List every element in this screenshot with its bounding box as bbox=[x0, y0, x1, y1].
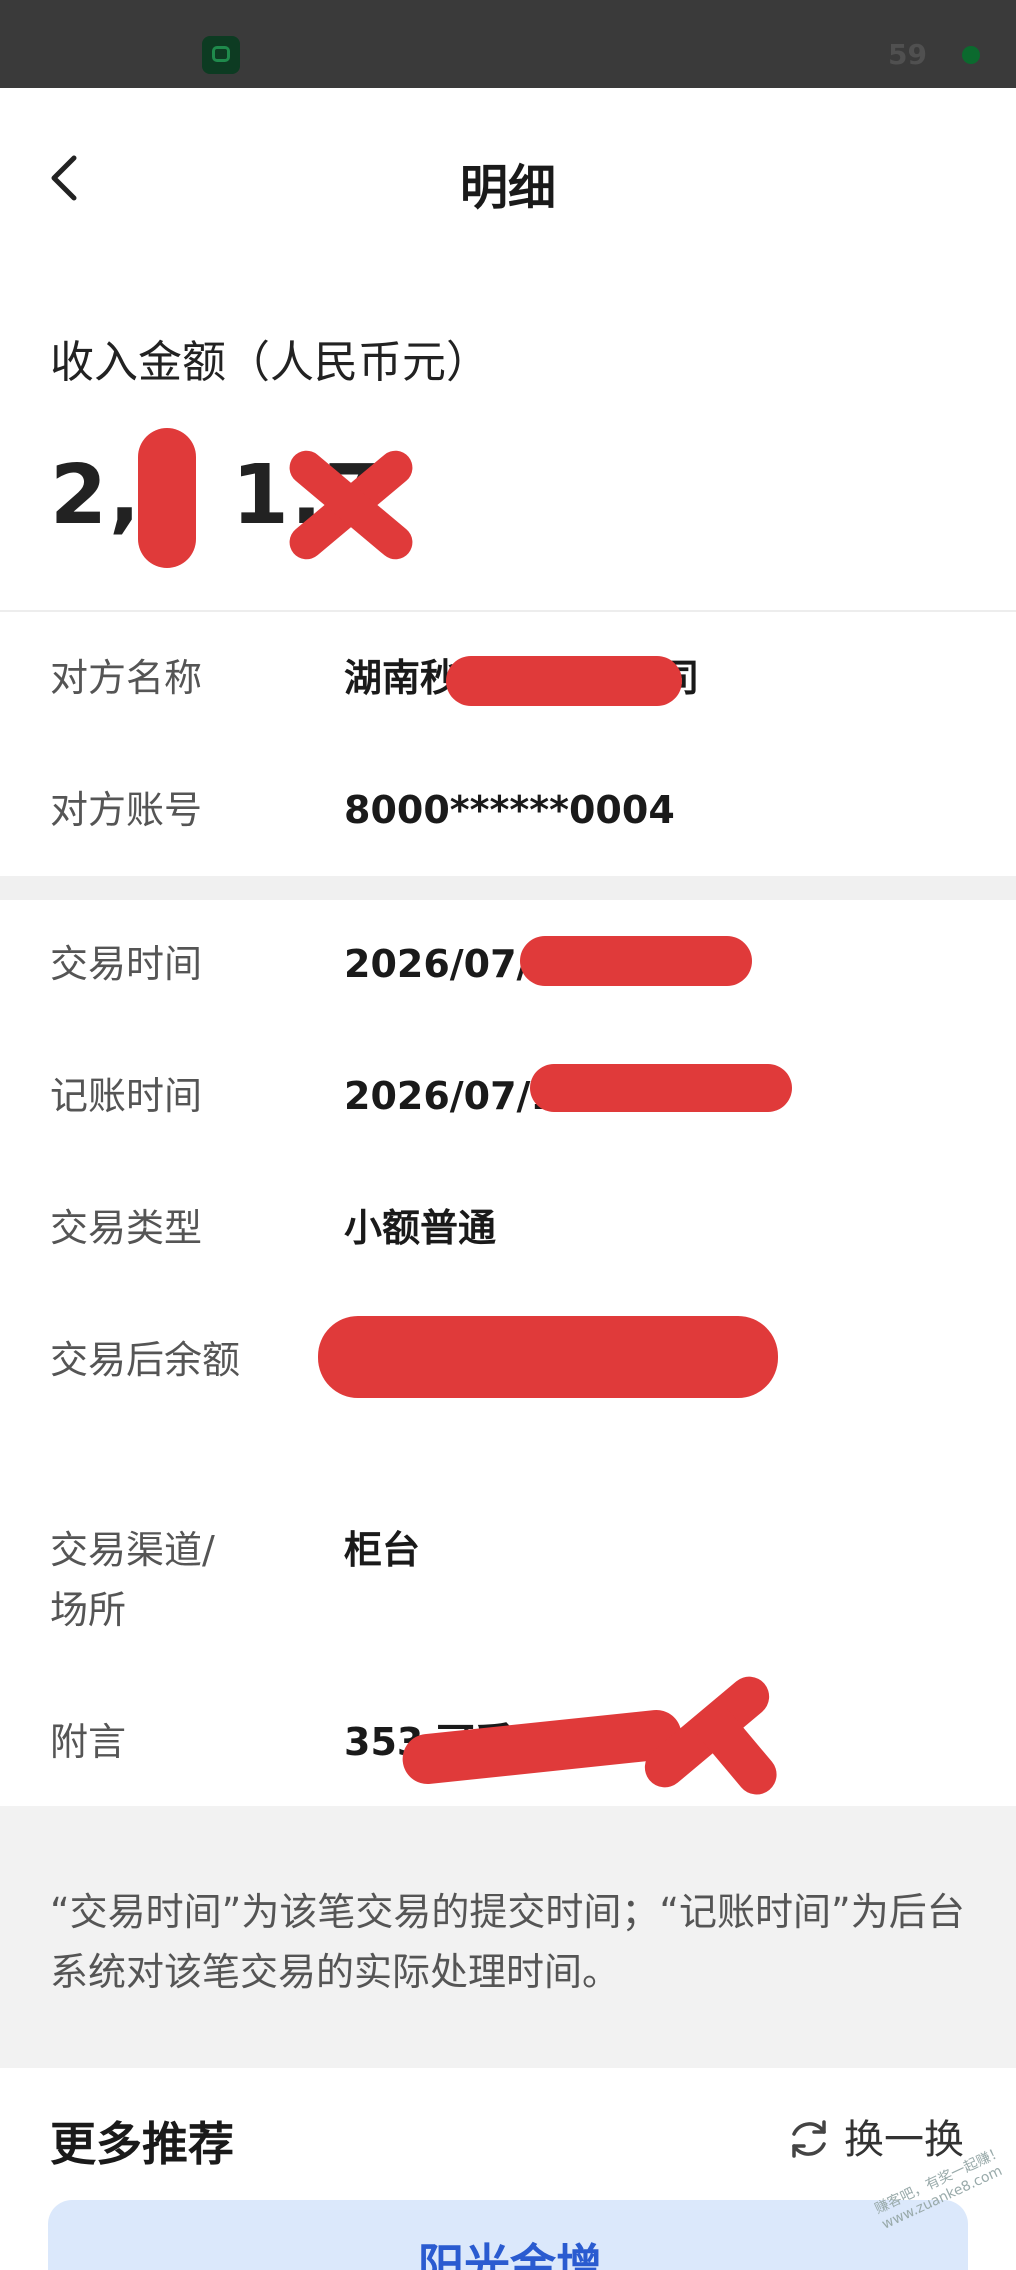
channel-label: 交易渠道/场所 bbox=[50, 1528, 215, 1632]
more-recommend-title: 更多推荐 bbox=[50, 2117, 234, 2171]
redaction-mark bbox=[318, 1316, 778, 1398]
counterparty-account-label: 对方账号 bbox=[50, 788, 203, 832]
booking-time-value: 2026/07/1 bbox=[344, 1074, 557, 1118]
swap-button[interactable]: 换一换 bbox=[786, 2110, 976, 2170]
recommend-card-title: 阳光金增 bbox=[418, 2239, 602, 2270]
nav-bar: 明细 bbox=[0, 88, 1016, 228]
redaction-mark bbox=[520, 936, 752, 986]
note-section: “交易时间”为该笔交易的提交时间；“记账时间”为后台系统对该笔交易的实际处理时间… bbox=[0, 1806, 1016, 2068]
status-bar: 59 bbox=[0, 0, 1016, 88]
swap-label: 换一换 bbox=[844, 2117, 964, 2163]
trade-time-label: 交易时间 bbox=[50, 942, 203, 986]
counterparty-name-label: 对方名称 bbox=[50, 656, 203, 700]
redaction-mark bbox=[138, 428, 196, 568]
memo-label: 附言 bbox=[50, 1720, 127, 1764]
recommend-card[interactable]: 阳光金增 bbox=[48, 2200, 968, 2270]
page-title: 明细 bbox=[459, 160, 556, 216]
channel-value: 柜台 bbox=[344, 1528, 421, 1572]
balance-after-label: 交易后余额 bbox=[50, 1338, 241, 1382]
status-dot-icon bbox=[962, 46, 980, 64]
redaction-mark bbox=[446, 656, 682, 706]
app-notification-icon bbox=[202, 36, 240, 74]
note-text: “交易时间”为该笔交易的提交时间；“记账时间”为后台系统对该笔交易的实际处理时间… bbox=[50, 1890, 965, 1994]
trade-type-label: 交易类型 bbox=[50, 1206, 203, 1250]
trade-type-value: 小额普通 bbox=[344, 1206, 497, 1250]
amount-label: 收入金额（人民币元） bbox=[50, 337, 490, 388]
counterparty-account-value: 8000******0004 bbox=[344, 788, 675, 832]
section-gap bbox=[0, 876, 1016, 900]
refresh-icon bbox=[792, 2120, 826, 2158]
status-number: 59 bbox=[888, 38, 927, 71]
booking-time-label: 记账时间 bbox=[50, 1074, 203, 1118]
section-divider bbox=[0, 610, 1016, 612]
redaction-mark bbox=[530, 1064, 792, 1112]
